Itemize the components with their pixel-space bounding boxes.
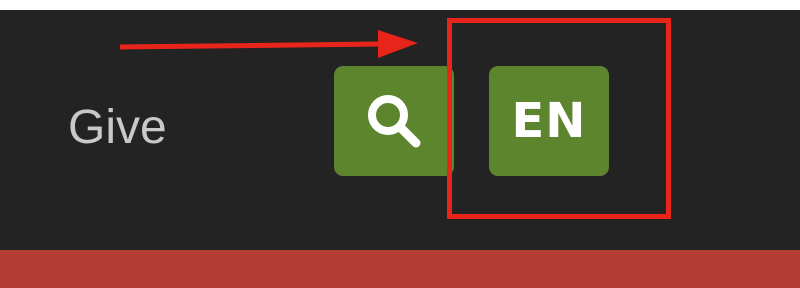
annotation-highlight-box xyxy=(447,18,671,219)
top-strip xyxy=(0,0,800,10)
nav-link-give[interactable]: Give xyxy=(68,98,167,158)
screenshot-frame: Give EN xyxy=(0,0,800,288)
red-banner-bar xyxy=(0,250,800,288)
search-icon xyxy=(362,89,426,153)
search-button[interactable] xyxy=(334,66,454,176)
annotation-arrow xyxy=(118,26,428,67)
